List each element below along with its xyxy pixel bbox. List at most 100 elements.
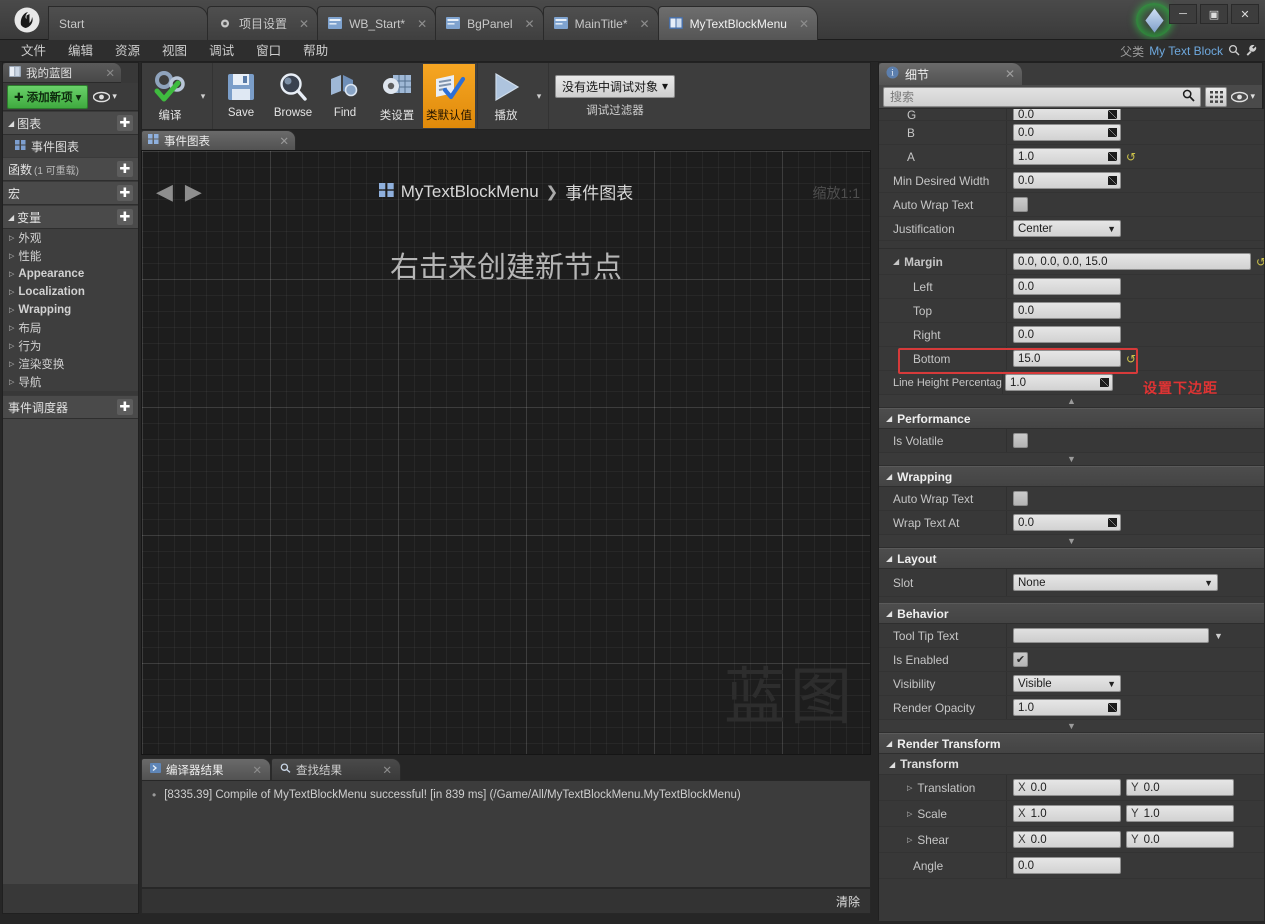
property-row-margin-right[interactable]: Right 0.0 [879, 323, 1264, 347]
search-icon[interactable] [1228, 44, 1240, 59]
property-row-a[interactable]: A 1.0 ↺ [879, 145, 1264, 169]
checkbox-is-enabled[interactable]: ✔ [1013, 652, 1028, 667]
spinner-icon[interactable] [1100, 378, 1109, 387]
add-macro-button[interactable]: ✚ [117, 185, 133, 201]
list-item[interactable]: • [8335.39] Compile of MyTextBlockMenu s… [152, 788, 860, 802]
close-icon[interactable]: ✕ [299, 18, 309, 30]
property-row-angle[interactable]: Angle 0.0 [879, 853, 1264, 879]
expand-section-handle-3[interactable]: ▼ [879, 720, 1264, 733]
save-button[interactable]: Save [215, 64, 267, 128]
property-field[interactable]: 0.0 [1007, 278, 1264, 295]
add-variable-button[interactable]: ✚ [117, 209, 133, 225]
my-blueprint-tab[interactable]: 我的蓝图 ✕ [3, 63, 121, 83]
parent-class-value[interactable]: My Text Block [1149, 44, 1223, 58]
variable-group-wrapping[interactable]: ▷ Wrapping [3, 301, 138, 319]
close-icon[interactable]: ✕ [382, 763, 392, 777]
variable-group-layout[interactable]: ▷ 布局 [3, 319, 138, 337]
class-settings-button[interactable]: 类设置 [371, 64, 423, 128]
section-variables[interactable]: ◢ 变量 ✚ [3, 205, 138, 229]
revert-icon[interactable]: ↺ [1126, 151, 1136, 163]
window-controls[interactable]: ─ ▣ ✕ [1169, 4, 1259, 24]
tab-wb-start[interactable]: WB_Start* ✕ [317, 6, 437, 40]
property-row-g[interactable]: G 0.0 [879, 109, 1264, 121]
number-input-translation-y[interactable]: Y 0.0 [1126, 779, 1234, 796]
number-input-shear-x[interactable]: X 0.0 [1013, 831, 1121, 848]
breadcrumb-root[interactable]: MyTextBlockMenu [401, 182, 539, 202]
property-field[interactable]: 15.0 ↺ [1007, 350, 1264, 367]
property-row-margin-bottom[interactable]: Bottom 15.0 ↺ [879, 347, 1264, 371]
compiler-results-list[interactable]: • [8335.39] Compile of MyTextBlockMenu s… [141, 780, 871, 888]
property-field[interactable] [1007, 491, 1264, 506]
property-row-margin[interactable]: ◢ Margin 0.0, 0.0, 0.0, 15.0 ↺ [879, 249, 1264, 275]
spinner-icon[interactable] [1108, 128, 1117, 137]
menu-bar[interactable]: 文件 编辑 资源 视图 调试 窗口 帮助 [0, 40, 1265, 62]
variable-group-navigation[interactable]: ▷ 导航 [3, 373, 138, 391]
event-graph-canvas[interactable]: ◀ ▶ MyTextBlockMenu ❯ 事件图表 缩放1:1 右击来创建新节… [141, 150, 871, 755]
property-row-scale[interactable]: ▷ Scale X 1.0 Y 1.0 [879, 801, 1264, 827]
number-input[interactable]: 0.0 [1013, 278, 1121, 295]
number-input[interactable]: 1.0 [1005, 374, 1113, 391]
checkbox-auto-wrap-text[interactable] [1013, 197, 1028, 212]
property-row-shear[interactable]: ▷ Shear X 0.0 Y 0.0 [879, 827, 1264, 853]
menu-item-window[interactable]: 窗口 [245, 40, 292, 62]
menu-item-file[interactable]: 文件 [10, 40, 57, 62]
dropdown-visibility[interactable]: Visible ▼ [1013, 675, 1121, 692]
property-row-justification[interactable]: Justification Center ▼ [879, 217, 1264, 241]
play-button[interactable]: 播放 [480, 64, 532, 128]
property-row-tool-tip-text[interactable]: Tool Tip Text ▼ [879, 624, 1264, 648]
section-macros[interactable]: 宏 ✚ [3, 181, 138, 205]
number-input[interactable]: 0.0 [1013, 302, 1121, 319]
text-input-tooltip[interactable] [1013, 628, 1209, 643]
compile-dropdown-arrow[interactable]: ▾ [196, 64, 210, 128]
details-visibility-button[interactable]: ▾ [1231, 91, 1258, 103]
property-row-margin-top[interactable]: Top 0.0 [879, 299, 1264, 323]
close-icon[interactable]: ✕ [417, 18, 427, 30]
spinner-icon[interactable] [1108, 110, 1117, 119]
property-row-margin-left[interactable]: Left 0.0 [879, 275, 1264, 299]
debug-object-selector[interactable]: 没有选中调试对象 ▾ [555, 74, 676, 98]
section-functions[interactable]: 函数 (1 可重载) ✚ [3, 157, 138, 181]
property-field[interactable]: 0.0 [1007, 109, 1264, 120]
variable-group-appearance-cn[interactable]: ▷ 外观 [3, 229, 138, 247]
margin-summary-input[interactable]: 0.0, 0.0, 0.0, 15.0 [1013, 253, 1251, 270]
menu-item-view[interactable]: 视图 [151, 40, 198, 62]
property-row-b[interactable]: B 0.0 [879, 121, 1264, 145]
dropdown-justification[interactable]: Center ▼ [1013, 220, 1121, 237]
property-field[interactable]: 0.0 [1007, 124, 1264, 141]
minimize-button[interactable]: ─ [1169, 4, 1197, 24]
search-input[interactable]: 搜索 [883, 86, 1202, 107]
add-event-dispatcher-button[interactable]: ✚ [117, 399, 133, 415]
tab-bgpanel[interactable]: BgPanel ✕ [435, 6, 544, 40]
revert-icon[interactable]: ↺ [1126, 353, 1136, 365]
close-icon[interactable]: ✕ [105, 66, 115, 80]
property-field[interactable]: 1.0 [1007, 699, 1264, 716]
expand-section-handle-2[interactable]: ▼ [879, 535, 1264, 548]
clear-button[interactable]: 清除 [836, 893, 860, 910]
close-icon[interactable]: ✕ [640, 18, 650, 30]
number-input[interactable]: 1.0 [1013, 699, 1121, 716]
number-input-angle[interactable]: 0.0 [1013, 857, 1121, 874]
class-defaults-button[interactable]: 类默认值 [423, 64, 475, 128]
section-header-render-transform[interactable]: ◢ Render Transform [879, 733, 1264, 754]
section-header-performance[interactable]: ◢ Performance [879, 408, 1264, 429]
play-dropdown-arrow[interactable]: ▾ [532, 64, 546, 128]
number-input[interactable]: 1.0 [1013, 148, 1121, 165]
menu-item-help[interactable]: 帮助 [292, 40, 339, 62]
menu-item-debug[interactable]: 调试 [198, 40, 245, 62]
property-row-auto-wrap-text-2[interactable]: Auto Wrap Text [879, 487, 1264, 511]
variable-group-performance-cn[interactable]: ▷ 性能 [3, 247, 138, 265]
expand-triangle-icon[interactable]: ▷ [907, 836, 912, 844]
tab-project-settings[interactable]: 项目设置 ✕ [207, 6, 319, 40]
number-input-margin-bottom[interactable]: 15.0 [1013, 350, 1121, 367]
sub-header-transform[interactable]: ◢ Transform [879, 754, 1264, 775]
expand-triangle-icon[interactable]: ▷ [907, 810, 912, 818]
tab-maintitle[interactable]: MainTitle* ✕ [542, 6, 659, 40]
collapse-caret-icon[interactable]: ◢ [893, 257, 899, 266]
number-input[interactable]: 0.0 [1013, 326, 1121, 343]
expand-triangle-icon[interactable]: ▷ [907, 784, 912, 792]
section-graphs[interactable]: ◢ 图表 ✚ [3, 111, 138, 135]
close-icon[interactable]: ✕ [525, 18, 535, 30]
number-input-translation-x[interactable]: X 0.0 [1013, 779, 1121, 796]
close-icon[interactable]: ✕ [279, 134, 289, 148]
number-input[interactable]: 0.0 [1013, 172, 1121, 189]
